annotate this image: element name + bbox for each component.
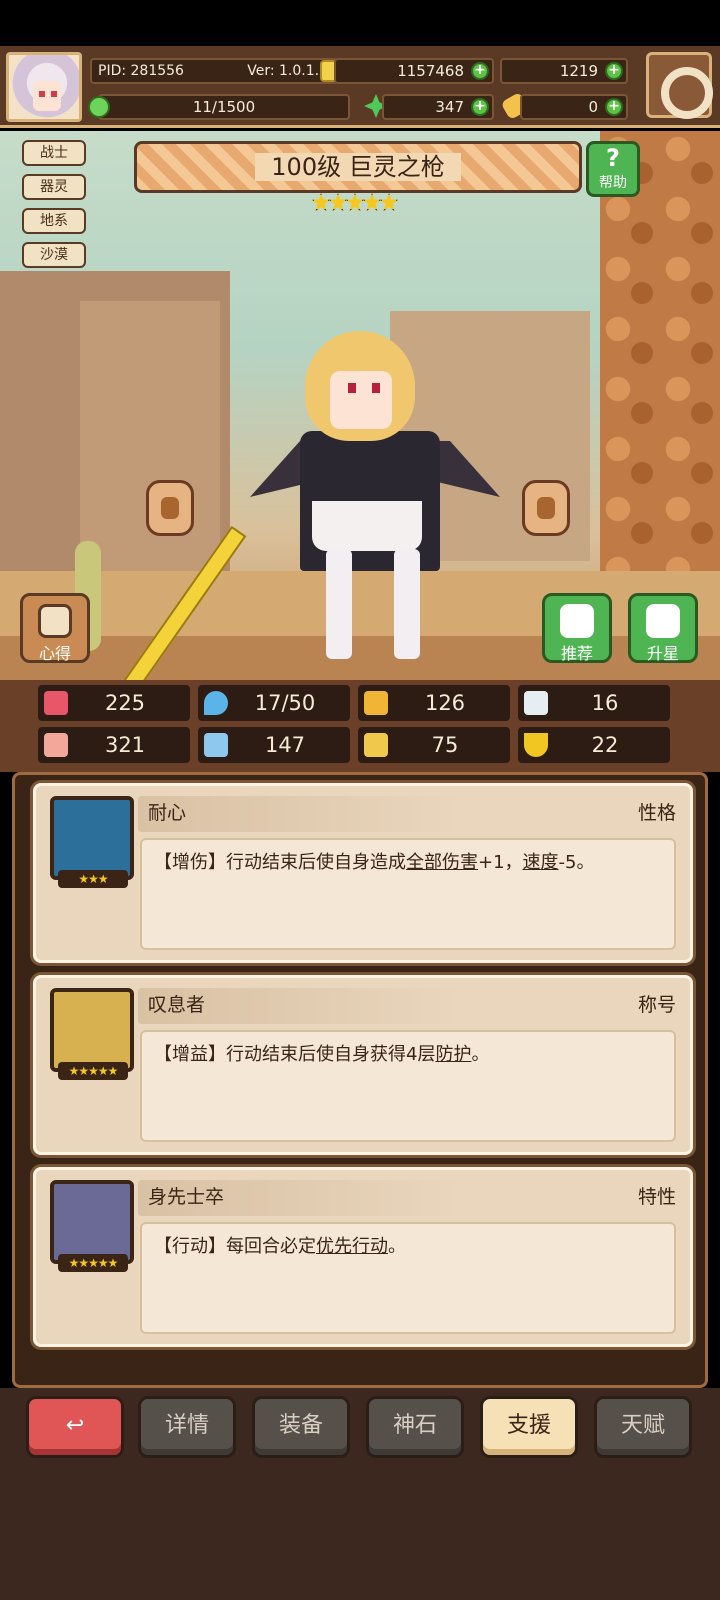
top-hud: PID: 281556 Ver: 1.0.1.6 1157468 + 1219 …: [0, 46, 720, 128]
gold-counter: 1157468 +: [334, 58, 494, 84]
player-id: PID: 281556: [98, 63, 184, 79]
stat-hp: 225: [38, 685, 190, 721]
star-up-button[interactable]: 升星: [628, 593, 698, 663]
stat-luck: 75: [358, 727, 510, 763]
support-description: 【行动】每回合必定优先行动。: [140, 1222, 676, 1334]
tag-class[interactable]: 战士: [22, 140, 86, 166]
settings-gear-icon[interactable]: [646, 52, 713, 119]
bone-value: 0: [588, 98, 598, 116]
stat-attack: 321: [38, 727, 190, 763]
recommend-button[interactable]: 推荐: [542, 593, 612, 663]
clover-value: 347: [435, 98, 464, 116]
support-name: 叹息者: [138, 988, 678, 1024]
prev-hero-arrow-icon[interactable]: [146, 480, 194, 536]
support-stars: ★★★★★: [58, 1254, 128, 1272]
support-stars: ★★★: [58, 870, 128, 888]
tab-equipment[interactable]: 装备: [252, 1396, 350, 1458]
support-description: 【增伤】行动结束后使自身造成全部伤害+1，速度-5。: [140, 838, 676, 950]
notebook-icon: [38, 604, 72, 638]
player-info-bar: PID: 281556 Ver: 1.0.1.6: [90, 58, 338, 84]
add-ruby-button[interactable]: +: [605, 62, 623, 80]
fist-icon: [44, 733, 68, 757]
boot-icon: [364, 733, 388, 757]
energy-bar: 11/1500: [98, 94, 350, 120]
question-icon: ?: [606, 144, 620, 172]
support-kind: 称号: [637, 994, 676, 1016]
tab-support[interactable]: 支援: [480, 1396, 578, 1458]
tab-details[interactable]: 详情: [138, 1396, 236, 1458]
stat-resist: 22: [518, 727, 670, 763]
back-arrow-icon: ↩: [65, 1413, 85, 1438]
help-button[interactable]: ? 帮助: [586, 141, 640, 197]
bone-counter: 0 +: [520, 94, 628, 120]
support-card[interactable]: ★★★★★ 叹息者 称号 【增益】行动结束后使自身获得4层防护。: [33, 975, 693, 1155]
player-avatar[interactable]: [6, 52, 82, 122]
star-up-label: 升星: [646, 644, 679, 663]
support-kind: 性格: [637, 802, 676, 824]
recommend-label: 推荐: [560, 644, 593, 663]
tag-region[interactable]: 沙漠: [22, 242, 86, 268]
gold-value: 1157468: [397, 62, 464, 80]
thumbs-up-icon: [560, 604, 594, 638]
hero-title: 100级 巨灵之枪: [255, 153, 461, 181]
support-portrait: [50, 796, 134, 880]
water-drop-icon: [204, 691, 228, 715]
tab-god-stone[interactable]: 神石: [366, 1396, 464, 1458]
support-stars: ★★★★★: [58, 1062, 128, 1080]
wing-icon: [524, 691, 548, 715]
tag-element[interactable]: 地系: [22, 208, 86, 234]
clover-counter: 347 +: [382, 94, 494, 120]
stat-defense: 126: [358, 685, 510, 721]
support-kind: 特性: [637, 1186, 676, 1208]
ruby-value: 1219: [559, 62, 598, 80]
heart-icon: [44, 691, 68, 715]
xinde-label: 心得: [38, 644, 71, 663]
add-bone-button[interactable]: +: [605, 98, 623, 116]
stats-panel: 225 17/50 126 16 321 147 75 22: [0, 680, 720, 772]
support-card[interactable]: ★★★★★ 身先士卒 特性 【行动】每回合必定优先行动。: [33, 1167, 693, 1347]
support-description: 【增益】行动结束后使自身获得4层防护。: [140, 1030, 676, 1142]
tag-type[interactable]: 器灵: [22, 174, 86, 200]
bottom-nav: ↩ 详情 装备 神石 支援 天赋: [0, 1388, 720, 1600]
support-panel: ★★★ 耐心 性格 【增伤】行动结束后使自身造成全部伤害+1，速度-5。 ★★★…: [12, 772, 708, 1388]
stat-mana: 17/50: [198, 685, 350, 721]
energy-icon: [88, 96, 110, 118]
hero-title-plate: 100级 巨灵之枪: [134, 141, 582, 193]
xinde-button[interactable]: 心得: [20, 593, 90, 663]
help-label: 帮助: [599, 175, 627, 191]
tab-talent[interactable]: 天赋: [594, 1396, 692, 1458]
shield-icon: [364, 691, 388, 715]
support-name: 耐心: [138, 796, 678, 832]
energy-value: 11/1500: [192, 98, 256, 116]
stat-magic: 147: [198, 727, 350, 763]
next-hero-arrow-icon[interactable]: [522, 480, 570, 536]
version-label: Ver: 1.0.1.6: [247, 63, 328, 79]
support-card[interactable]: ★★★ 耐心 性格 【增伤】行动结束后使自身造成全部伤害+1，速度-5。: [33, 783, 693, 963]
add-clover-button[interactable]: +: [471, 98, 489, 116]
stat-speed: 16: [518, 685, 670, 721]
add-gold-button[interactable]: +: [471, 62, 489, 80]
ruby-counter: 1219 +: [500, 58, 628, 84]
horseshoe-icon: [524, 733, 548, 757]
support-name: 身先士卒: [138, 1180, 678, 1216]
back-button[interactable]: ↩: [26, 1396, 124, 1458]
star-up-icon: [646, 604, 680, 638]
book-icon: [204, 733, 228, 757]
support-portrait: [50, 1180, 134, 1264]
status-bar: [0, 0, 720, 46]
hero-scene: [0, 131, 720, 680]
support-portrait: [50, 988, 134, 1072]
